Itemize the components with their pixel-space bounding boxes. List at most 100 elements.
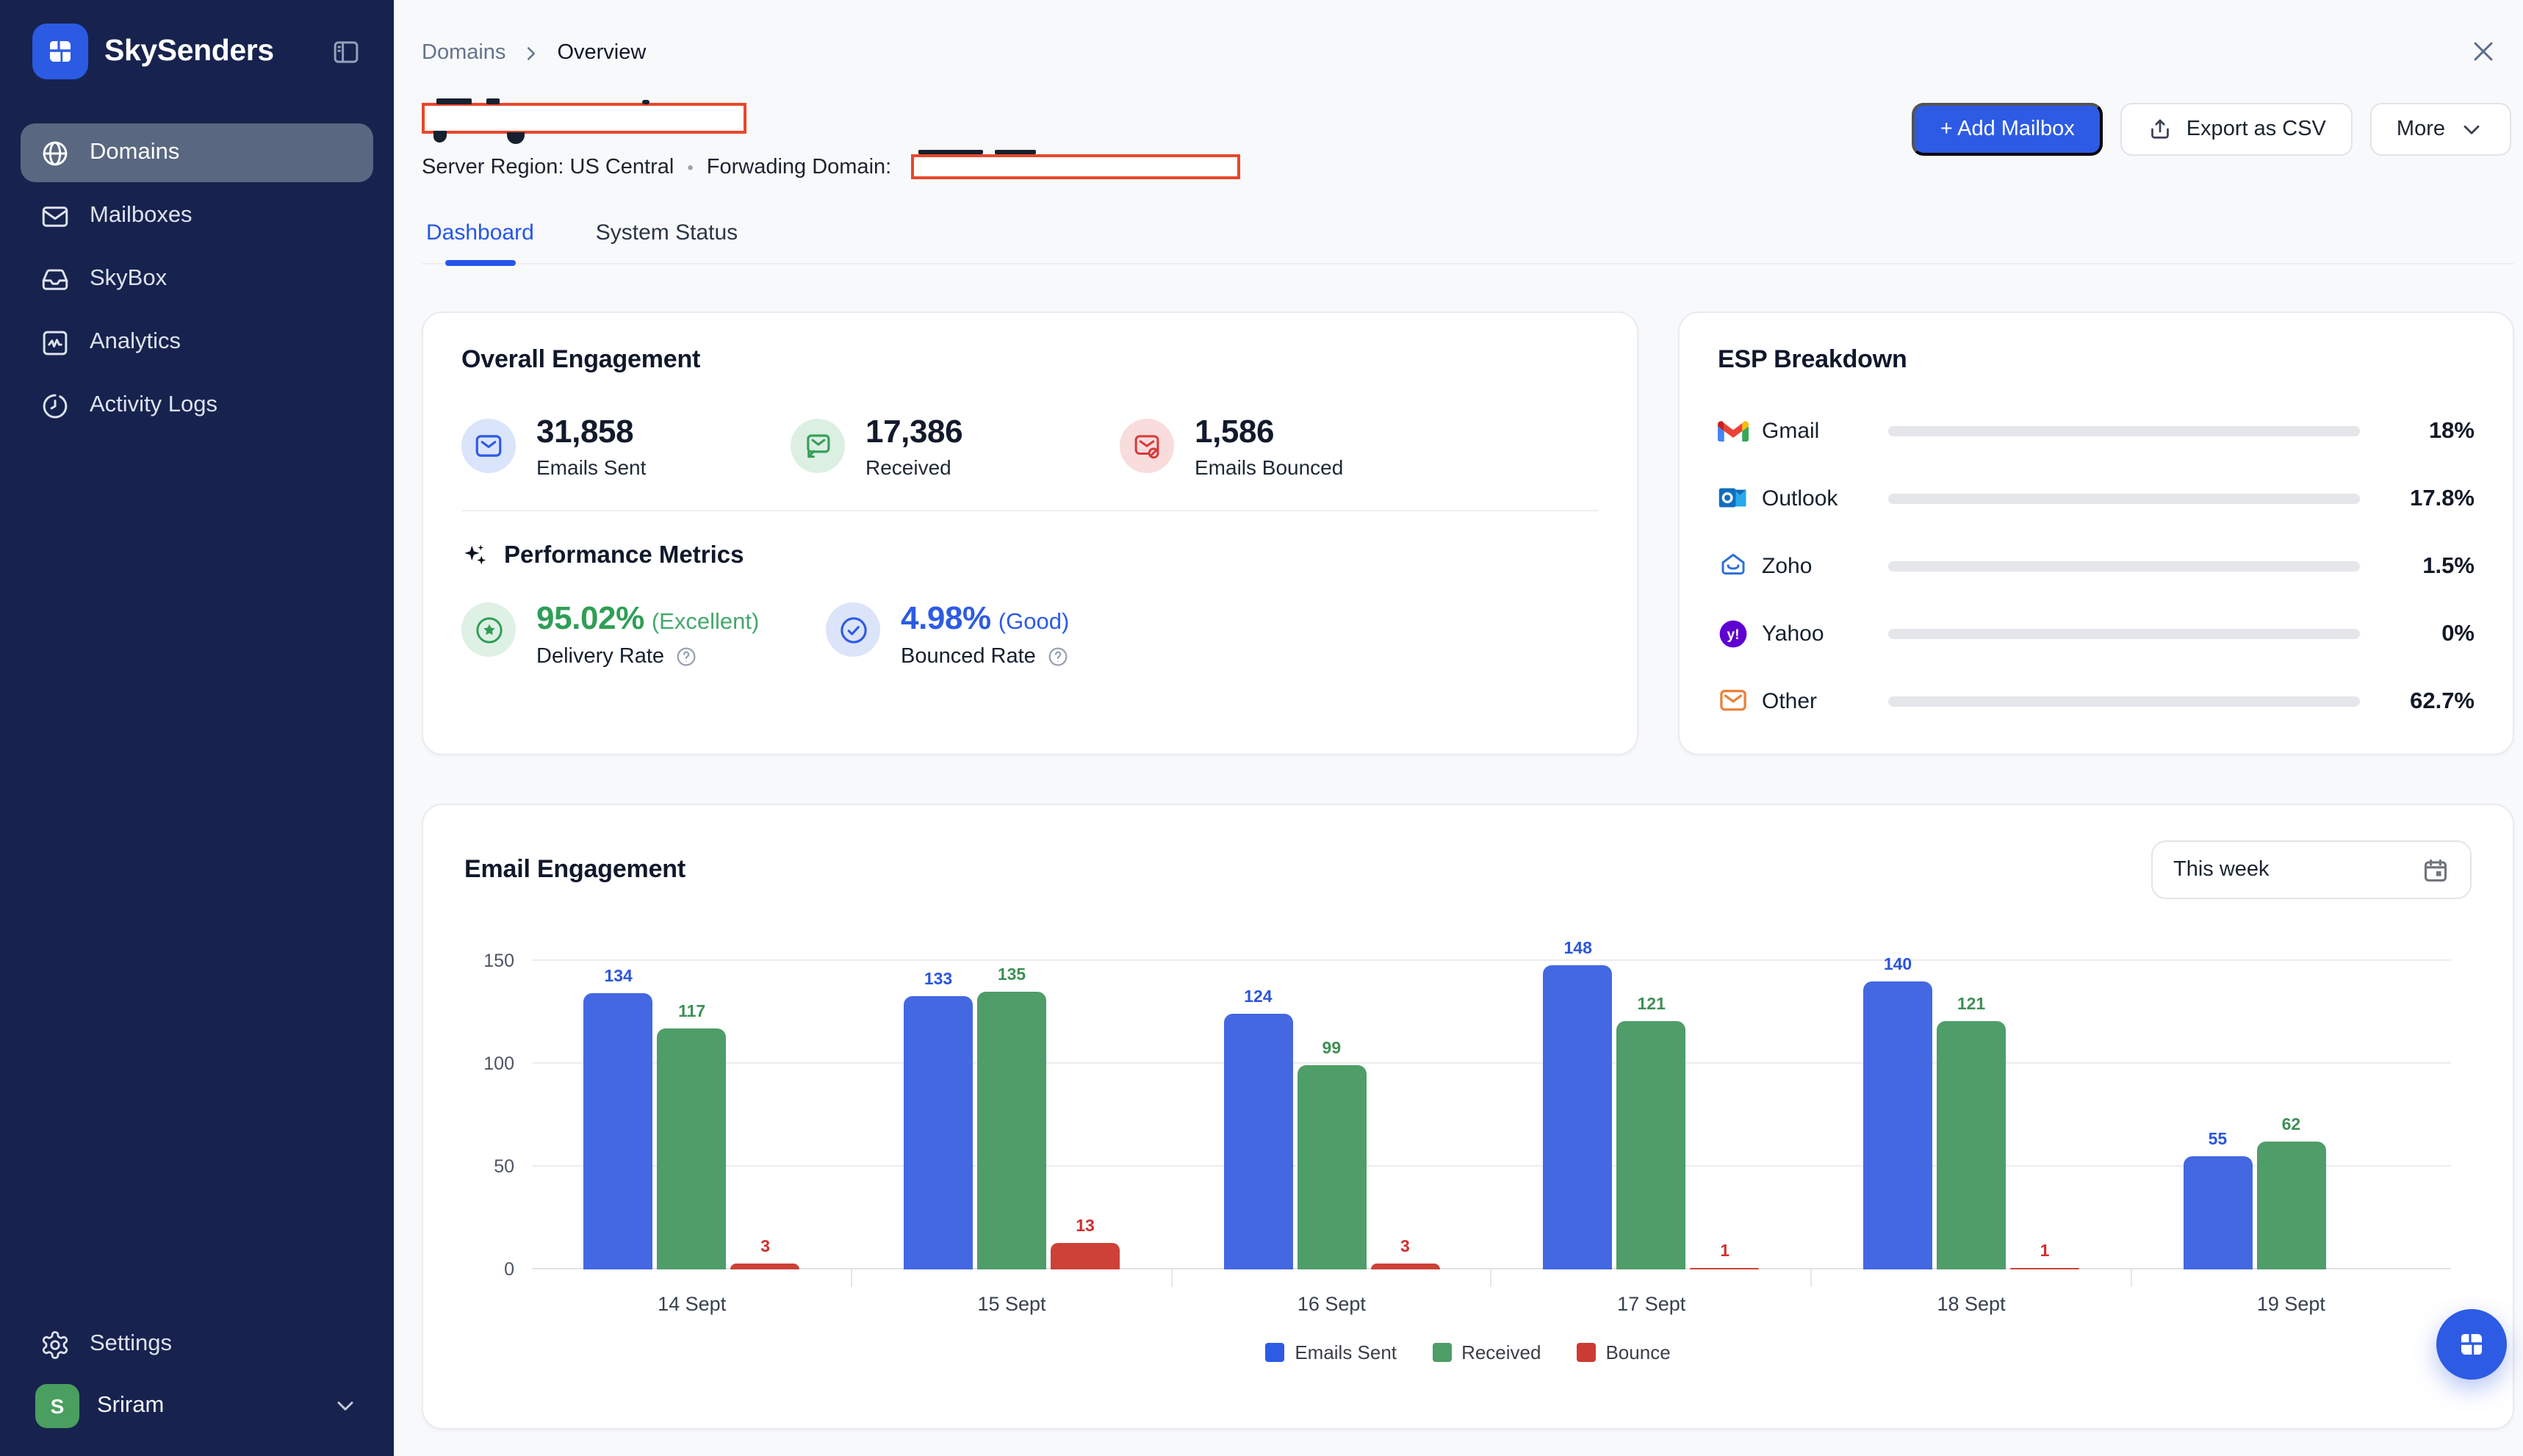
tab-dashboard[interactable]: Dashboard <box>423 212 537 263</box>
chart-bar: 1 <box>1691 1267 1760 1269</box>
calendar-icon <box>2422 856 2450 884</box>
esp-progress-outlook <box>1888 494 2360 504</box>
chart-bar: 62 <box>2256 1142 2325 1269</box>
x-axis-ticks <box>532 1269 2451 1287</box>
add-mailbox-button[interactable]: + Add Mailbox <box>1912 103 2103 156</box>
header-actions: + Add Mailbox Export as CSV More <box>1912 103 2511 156</box>
sidebar-item-skybox[interactable]: SkyBox <box>21 250 373 309</box>
esp-name: Gmail <box>1762 419 1888 444</box>
esp-progress-zoho <box>1888 561 2360 572</box>
skysenders-logo-icon <box>32 24 88 79</box>
inbox-icon <box>40 264 71 295</box>
stat-label: Received <box>865 455 962 479</box>
chart-bar: 133 <box>904 996 973 1269</box>
stat-value: 31,858 <box>536 413 646 451</box>
chevron-right-icon <box>520 42 542 64</box>
legend-swatch <box>1576 1343 1595 1362</box>
esp-pct: 17.8% <box>2383 486 2475 512</box>
esp-name: Yahoo <box>1762 621 1888 646</box>
chart-bar: 148 <box>1544 965 1613 1269</box>
chevron-down-icon <box>332 1393 359 1419</box>
metrics-row: 95.02%(Excellent) Delivery Rate 4.98%(Go… <box>461 599 1599 668</box>
sidebar-item-analytics[interactable]: Analytics <box>21 313 373 372</box>
chart-bar: 13 <box>1051 1243 1120 1269</box>
metric-label: Delivery Rate <box>536 645 664 668</box>
esp-row-gmail: Gmail 18% <box>1718 416 2475 447</box>
logo-row: SkySenders <box>21 0 373 94</box>
cards-row: Overall Engagement 31,858 Emails Sent 17… <box>422 311 2514 755</box>
email-engagement-title: Email Engagement <box>464 855 685 884</box>
more-button[interactable]: More <box>2370 103 2511 156</box>
y-tick-label: 100 <box>483 1053 514 1074</box>
date-range-select[interactable]: This week <box>2151 840 2472 899</box>
sidebar-footer: Settings S Sriram <box>21 1315 373 1438</box>
esp-pct: 62.7% <box>2383 688 2475 715</box>
date-range-value: This week <box>2173 858 2270 882</box>
domain-info: Server Region: US Central • Forwading Do… <box>422 103 1239 179</box>
domain-name-redacted <box>422 103 746 134</box>
help-icon[interactable] <box>674 645 698 668</box>
panel-collapse-icon[interactable] <box>331 36 361 67</box>
card-divider <box>461 510 1599 511</box>
export-csv-button[interactable]: Export as CSV <box>2120 103 2353 156</box>
y-tick-label: 150 <box>483 951 514 971</box>
breadcrumb: Domains Overview <box>422 41 646 65</box>
esp-pct: 1.5% <box>2383 553 2475 580</box>
x-label: 15 Sept <box>852 1293 1171 1315</box>
chart-bar: 55 <box>2183 1156 2252 1269</box>
metric-label: Bounced Rate <box>901 645 1036 668</box>
more-label: More <box>2397 118 2445 141</box>
overall-engagement-card: Overall Engagement 31,858 Emails Sent 17… <box>422 311 1638 755</box>
chevron-down-icon <box>2458 116 2485 143</box>
email-engagement-card: Email Engagement This week 150 100 50 0 … <box>422 804 2514 1430</box>
legend-bounce: Bounce <box>1576 1341 1670 1363</box>
gear-icon <box>40 1329 71 1360</box>
chart-bar: 124 <box>1223 1014 1292 1269</box>
sidebar-item-mailboxes[interactable]: Mailboxes <box>21 187 373 245</box>
chart-bar: 140 <box>1863 981 1932 1269</box>
mail-icon <box>40 201 71 231</box>
sidebar-item-settings[interactable]: Settings <box>21 1315 373 1374</box>
chart-bar: 121 <box>1937 1020 2006 1269</box>
sidebar-item-domains[interactable]: Domains <box>21 123 373 182</box>
stat-emails-sent: 31,858 Emails Sent <box>461 413 741 479</box>
esp-name: Other <box>1762 689 1888 714</box>
esp-row-zoho: Zoho 1.5% <box>1718 551 2475 582</box>
metric-value-line: 95.02%(Excellent) <box>536 599 759 638</box>
skysenders-app: SkySenders Domains Mailboxes SkyBox Anal… <box>0 0 2523 1456</box>
esp-pct: 0% <box>2383 621 2475 647</box>
chart-bar: 135 <box>977 992 1046 1269</box>
x-label: 16 Sept <box>1172 1293 1491 1315</box>
sidebar-item-label: Domains <box>90 140 179 166</box>
stat-emails-bounced: 1,586 Emails Bounced <box>1120 413 1399 479</box>
chart-bar: 99 <box>1297 1066 1366 1269</box>
user-menu[interactable]: S Sriram <box>21 1374 373 1438</box>
stat-label: Emails Sent <box>536 455 646 479</box>
svg-text:y!: y! <box>1727 627 1739 643</box>
esp-progress-yahoo <box>1888 629 2360 639</box>
stat-value: 1,586 <box>1195 413 1343 451</box>
sidebar-item-label: SkyBox <box>90 266 167 292</box>
stat-received: 17,386 Received <box>791 413 1070 479</box>
esp-name: Zoho <box>1762 554 1888 579</box>
sidebar-item-label: Analytics <box>90 329 181 356</box>
help-icon[interactable] <box>1046 645 1070 668</box>
breadcrumb-domains[interactable]: Domains <box>422 41 505 65</box>
esp-breakdown-title: ESP Breakdown <box>1718 345 2475 375</box>
mail-sent-icon <box>461 419 516 473</box>
close-icon[interactable] <box>2467 35 2502 71</box>
metric-delivery-rate: 95.02%(Excellent) Delivery Rate <box>461 599 785 668</box>
chart-legend: Emails Sent Received Bounce <box>464 1341 2472 1363</box>
stats-row: 31,858 Emails Sent 17,386 Received <box>461 413 1599 479</box>
sidebar-item-label: Mailboxes <box>90 203 192 229</box>
globe-icon <box>40 137 71 168</box>
sidebar-item-activity-logs[interactable]: Activity Logs <box>21 376 373 435</box>
tab-system-status[interactable]: System Status <box>593 212 741 263</box>
bar-group-14-sept: 1341173 <box>532 961 852 1269</box>
forwarding-domain-label: Forwading Domain: <box>707 155 891 179</box>
skysenders-fab-button[interactable] <box>2436 1309 2507 1380</box>
sparkle-icon <box>461 542 489 570</box>
esp-progress-other <box>1888 696 2360 707</box>
sidebar: SkySenders Domains Mailboxes SkyBox Anal… <box>0 0 394 1456</box>
sidebar-nav: Domains Mailboxes SkyBox Analytics Activ… <box>21 123 373 435</box>
